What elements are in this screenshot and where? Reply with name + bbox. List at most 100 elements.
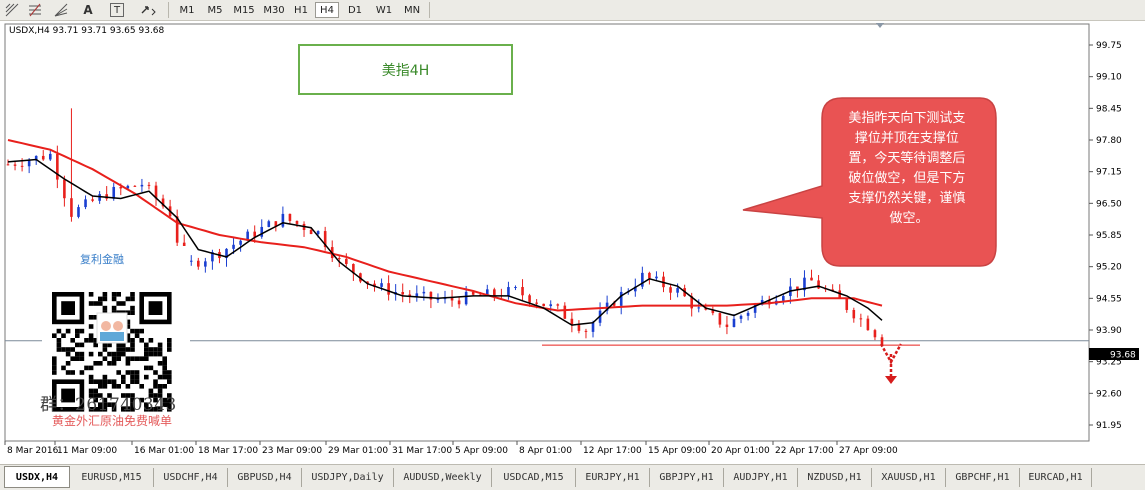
qr-module bbox=[134, 333, 140, 338]
candle-body bbox=[845, 298, 849, 310]
qr-module bbox=[157, 347, 163, 352]
candle-body bbox=[13, 164, 17, 166]
qr-module bbox=[162, 374, 167, 380]
candle-body bbox=[91, 199, 94, 201]
candle-body bbox=[401, 292, 405, 295]
qr-module bbox=[102, 379, 108, 384]
qr-module bbox=[167, 379, 172, 384]
qr-module bbox=[130, 379, 135, 384]
text-icon[interactable]: A bbox=[82, 1, 94, 19]
candle-body bbox=[866, 318, 870, 331]
qr-module bbox=[130, 296, 135, 302]
candle-body bbox=[676, 288, 679, 293]
timeframe-d1[interactable]: D1 bbox=[343, 2, 367, 18]
qr-module bbox=[125, 347, 131, 352]
fibo-fan-icon[interactable] bbox=[54, 1, 68, 19]
qr-module bbox=[162, 384, 167, 389]
qr-module bbox=[52, 356, 57, 361]
symbol-tab[interactable]: AUDJPY,H1 bbox=[724, 468, 798, 487]
qr-module bbox=[167, 338, 172, 343]
qr-module bbox=[88, 292, 94, 297]
candle-body bbox=[873, 330, 877, 338]
candle-body bbox=[204, 261, 207, 267]
x-tick-label: 11 Mar 09:00 bbox=[57, 446, 117, 456]
qr-module bbox=[75, 356, 80, 361]
y-tick-label: 97.15 bbox=[1096, 168, 1122, 178]
timeframe-m5[interactable]: M5 bbox=[203, 2, 227, 18]
symbol-tab-bar: USDX,H4 EURUSD,M15 USDCHF,H4 GBPUSD,H4 USDJP… bbox=[0, 464, 1145, 490]
candle-body bbox=[77, 207, 80, 217]
text-label-icon[interactable]: T bbox=[110, 3, 124, 17]
x-tick-label: 27 Apr 09:00 bbox=[839, 446, 898, 456]
arrows-icon-graphic bbox=[141, 6, 156, 16]
qr-module bbox=[111, 305, 117, 311]
timeframe-mn[interactable]: MN bbox=[399, 2, 425, 18]
qr-module bbox=[65, 328, 71, 334]
symbol-tab[interactable]: EURJPY,H1 bbox=[576, 468, 650, 487]
arrows-icon[interactable] bbox=[138, 1, 158, 19]
qr-module bbox=[148, 365, 154, 371]
candle-body bbox=[337, 258, 341, 260]
x-tick-label: 29 Mar 01:00 bbox=[328, 446, 388, 456]
qr-module bbox=[107, 379, 112, 384]
symbol-tab[interactable]: GBPCHF,H1 bbox=[946, 468, 1020, 487]
symbol-tab[interactable]: USDJPY,Daily bbox=[302, 468, 394, 487]
symbol-tab[interactable]: GBPUSD,H4 bbox=[228, 468, 302, 487]
qr-module bbox=[121, 347, 126, 352]
fibo-expansion-icon[interactable] bbox=[27, 1, 43, 19]
symbol-tab[interactable]: USDCAD,M15 bbox=[492, 468, 576, 487]
symbol-tab[interactable]: EURUSD,M15 bbox=[70, 468, 154, 487]
candle-body bbox=[84, 199, 87, 208]
symbol-tab[interactable]: GBPJPY,H1 bbox=[650, 468, 724, 487]
x-tick-label: 8 Mar 2016 bbox=[7, 446, 59, 456]
y-tick-label: 96.50 bbox=[1096, 199, 1122, 209]
y-tick-label: 97.80 bbox=[1096, 136, 1122, 146]
y-tick-label: 99.10 bbox=[1096, 73, 1122, 83]
y-tick-label: 95.20 bbox=[1096, 263, 1122, 273]
qr-module bbox=[116, 292, 121, 297]
qr-module bbox=[98, 384, 103, 389]
candle-body bbox=[697, 307, 701, 309]
qr-module bbox=[125, 361, 131, 366]
timeframe-w1[interactable]: W1 bbox=[371, 2, 397, 18]
qr-module bbox=[98, 379, 103, 384]
qr-module bbox=[130, 328, 135, 334]
symbol-tab[interactable]: AUDUSD,Weekly bbox=[394, 468, 492, 487]
qr-module bbox=[75, 328, 80, 334]
qr-module bbox=[134, 370, 140, 375]
symbol-tab[interactable]: EURCAD,H1 bbox=[1020, 468, 1092, 487]
x-tick-label: 8 Apr 01:00 bbox=[519, 446, 572, 456]
symbol-tab[interactable]: XAUUSD,H1 bbox=[872, 468, 946, 487]
qr-module bbox=[116, 347, 121, 352]
qr-module bbox=[65, 347, 71, 352]
qr-module bbox=[148, 347, 154, 352]
candle-body bbox=[852, 309, 856, 319]
candle-body bbox=[63, 179, 66, 199]
candle-body bbox=[267, 221, 271, 227]
timeframe-m15[interactable]: M15 bbox=[230, 2, 258, 18]
qr-module bbox=[116, 370, 121, 375]
symbol-tab[interactable]: USDX,H4 bbox=[4, 466, 70, 488]
qr-module bbox=[65, 370, 71, 375]
callout-line: 做空。 bbox=[889, 211, 928, 226]
timeframe-h1[interactable]: H1 bbox=[290, 2, 312, 18]
candle-body bbox=[133, 185, 137, 187]
y-tick-label: 99.75 bbox=[1096, 41, 1122, 51]
fibonacci-icon[interactable] bbox=[4, 1, 20, 19]
qr-module bbox=[153, 379, 158, 384]
timeframe-m1[interactable]: M1 bbox=[175, 2, 199, 18]
candle-body bbox=[521, 287, 524, 296]
candle-body bbox=[655, 276, 658, 279]
qr-module bbox=[70, 356, 75, 361]
qr-module bbox=[88, 324, 94, 329]
timeframe-h4[interactable]: H4 bbox=[315, 2, 339, 18]
qr-module bbox=[121, 301, 126, 306]
symbol-tab[interactable]: NZDUSD,H1 bbox=[798, 468, 872, 487]
qr-module bbox=[88, 374, 94, 380]
qr-module bbox=[116, 384, 121, 389]
qr-module bbox=[167, 342, 172, 348]
qr-module bbox=[102, 305, 108, 311]
timeframe-m30[interactable]: M30 bbox=[260, 2, 288, 18]
qr-subtitle: 黄金外汇原油免费喊单 bbox=[52, 414, 173, 428]
symbol-tab[interactable]: USDCHF,H4 bbox=[154, 468, 228, 487]
